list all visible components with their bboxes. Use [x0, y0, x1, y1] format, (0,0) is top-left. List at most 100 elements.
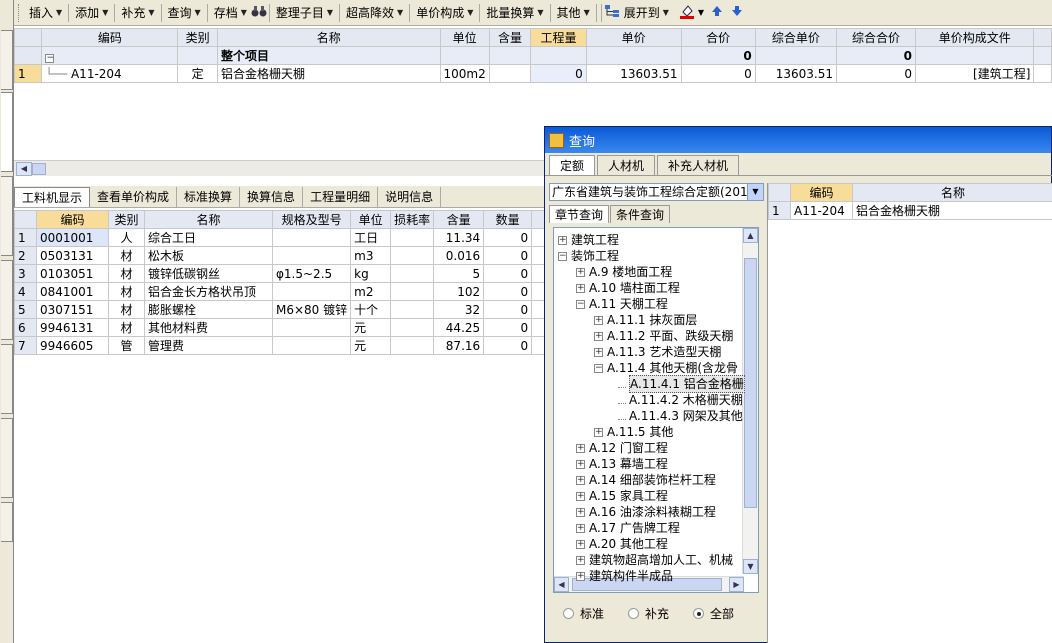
toolbar-expand-to-button[interactable]: 展开到 ▼: [620, 3, 673, 23]
cell[interactable]: [439, 46, 490, 65]
type-cell[interactable]: 材: [108, 282, 145, 301]
radio-option[interactable]: 标准: [563, 605, 604, 622]
unit-cell[interactable]: kg: [350, 264, 392, 283]
code-cell[interactable]: 0001001: [36, 228, 109, 247]
group-toggle-cell[interactable]: −: [41, 46, 179, 65]
type-cell[interactable]: 材: [108, 300, 145, 319]
qty-cell[interactable]: 0: [483, 300, 533, 319]
scroll-up-icon[interactable]: ▲: [743, 228, 758, 243]
tab-resource-display[interactable]: 工料机显示: [14, 186, 91, 207]
tree-node[interactable]: A.11.4.2 木格栅天棚: [618, 392, 743, 408]
toolbar-price-composition-button[interactable]: 单价构成 ▼: [412, 3, 477, 23]
tab-quota[interactable]: 定额: [549, 155, 596, 175]
toolbar-other-button[interactable]: 其他 ▼: [553, 3, 594, 23]
unit-cell[interactable]: 工日: [350, 228, 392, 247]
col-header[interactable]: 单价: [585, 28, 682, 47]
qty-cell[interactable]: 0: [483, 228, 533, 247]
left-tab[interactable]: [1, 344, 13, 414]
content-cell[interactable]: 5: [433, 264, 485, 283]
tree-node[interactable]: − 装饰工程: [558, 248, 619, 264]
name-cell[interactable]: 其他材料费: [144, 318, 273, 337]
spec-cell[interactable]: [271, 228, 352, 247]
unit-cell[interactable]: m2: [350, 282, 392, 301]
tree-node[interactable]: + A.10 墙柱面工程: [576, 280, 680, 296]
loss-cell[interactable]: [390, 300, 435, 319]
code-cell[interactable]: 0503131: [36, 246, 109, 265]
expand-icon[interactable]: +: [558, 235, 567, 245]
content-cell[interactable]: 87.16: [433, 336, 485, 355]
cell[interactable]: [585, 46, 682, 65]
col-header[interactable]: 工程量: [530, 28, 587, 47]
col-header[interactable]: 名称: [216, 28, 441, 47]
toolbar-add-button[interactable]: 添加 ▼: [71, 3, 112, 23]
tree-vertical-scrollbar[interactable]: ▲ ▼: [742, 228, 758, 574]
qty-cell[interactable]: 0: [483, 318, 533, 337]
toolbar-organize-button[interactable]: 整理子目 ▼: [272, 3, 337, 23]
col-header[interactable]: 名称: [852, 183, 1052, 202]
quota-library-select[interactable]: 广东省建筑与装饰工程综合定额(201 ▼: [549, 183, 764, 201]
col-header[interactable]: 编码: [36, 210, 109, 229]
tree-node[interactable]: + A.11.5 其他: [594, 424, 673, 440]
name-cell[interactable]: 铝合金格栅天棚: [852, 201, 1052, 220]
qty-cell[interactable]: 0: [483, 336, 533, 355]
tab-resources[interactable]: 人材机: [597, 155, 656, 175]
col-header[interactable]: 类别: [108, 210, 145, 229]
radio-circle[interactable]: [563, 608, 574, 619]
tree-node[interactable]: + A.17 广告牌工程: [576, 520, 680, 536]
scroll-left-icon[interactable]: ◀: [554, 577, 569, 592]
scroll-thumb[interactable]: [32, 163, 46, 175]
group-comp-total[interactable]: 0: [836, 46, 917, 65]
scroll-left-icon[interactable]: ◀: [16, 162, 32, 176]
name-cell[interactable]: 铝合金长方格状吊顶: [144, 282, 273, 301]
name-cell[interactable]: 综合工日: [144, 228, 273, 247]
type-cell[interactable]: 管: [108, 336, 145, 355]
unit-cell[interactable]: 元: [350, 336, 392, 355]
loss-cell[interactable]: [390, 246, 435, 265]
tree-node[interactable]: − A.11.4 其他天棚(含龙骨: [594, 360, 738, 376]
expand-icon[interactable]: +: [594, 331, 603, 341]
tab-description[interactable]: 说明信息: [378, 186, 442, 207]
tree-node[interactable]: + A.16 油漆涂料裱糊工程: [576, 504, 716, 520]
left-tab[interactable]: [1, 176, 13, 256]
total-cell[interactable]: 0: [680, 64, 756, 83]
comp-price-cell[interactable]: 13603.51: [754, 64, 838, 83]
col-header[interactable]: 综合合价: [836, 28, 917, 47]
loss-cell[interactable]: [390, 336, 435, 355]
toolbar-query-button[interactable]: 查询 ▼: [164, 3, 205, 23]
code-cell[interactable]: A11-204: [790, 201, 853, 220]
loss-cell[interactable]: [390, 282, 435, 301]
spec-cell[interactable]: [271, 336, 352, 355]
table-row[interactable]: 7 9946605 管管理费 元 87.16 0: [14, 336, 555, 355]
left-tab[interactable]: [1, 502, 13, 542]
loss-cell[interactable]: [390, 228, 435, 247]
tab-unit-price[interactable]: 查看单价构成: [90, 186, 178, 207]
dropdown-arrow-icon[interactable]: ▼: [698, 8, 704, 17]
group-row[interactable]: − 整个项目 0 0: [13, 46, 1052, 65]
expand-icon[interactable]: +: [576, 571, 585, 581]
table-row[interactable]: 1 A11-204 铝合金格栅天棚: [768, 201, 1052, 220]
table-row[interactable]: 5 0307151 材膨胀螺栓 M6×80 镀锌 十个 32 0: [14, 300, 555, 319]
col-header[interactable]: 损耗率: [390, 210, 435, 229]
toolbar-insert-button[interactable]: 插入 ▼: [25, 3, 66, 23]
move-down-icon[interactable]: [730, 4, 744, 21]
col-header[interactable]: 数量: [483, 210, 533, 229]
radio-option[interactable]: 补充: [628, 605, 669, 622]
unit-cell[interactable]: m3: [350, 246, 392, 265]
tree-node[interactable]: A.11.4.3 网架及其他: [618, 408, 743, 424]
code-cell[interactable]: 9946131: [36, 318, 109, 337]
col-header[interactable]: 编码: [790, 183, 853, 202]
cell[interactable]: [488, 46, 532, 65]
collapse-icon[interactable]: −: [45, 53, 55, 63]
cell[interactable]: [754, 46, 838, 65]
tree-node[interactable]: + A.15 家具工程: [576, 488, 668, 504]
comp-total-cell[interactable]: 0: [836, 64, 917, 83]
chevron-down-icon[interactable]: ▼: [747, 184, 763, 200]
name-cell[interactable]: 铝合金格栅天棚: [216, 64, 441, 83]
row-number[interactable]: 1: [13, 64, 43, 83]
content-cell[interactable]: 102: [433, 282, 485, 301]
expand-icon[interactable]: +: [576, 507, 585, 517]
content-cell[interactable]: 11.34: [433, 228, 485, 247]
expand-icon[interactable]: +: [576, 539, 585, 549]
tree-node[interactable]: + A.14 细部装饰栏杆工程: [576, 472, 716, 488]
table-row[interactable]: 3 0103051 材镀锌低碳钢丝 φ1.5~2.5 kg 5 0: [14, 264, 555, 283]
